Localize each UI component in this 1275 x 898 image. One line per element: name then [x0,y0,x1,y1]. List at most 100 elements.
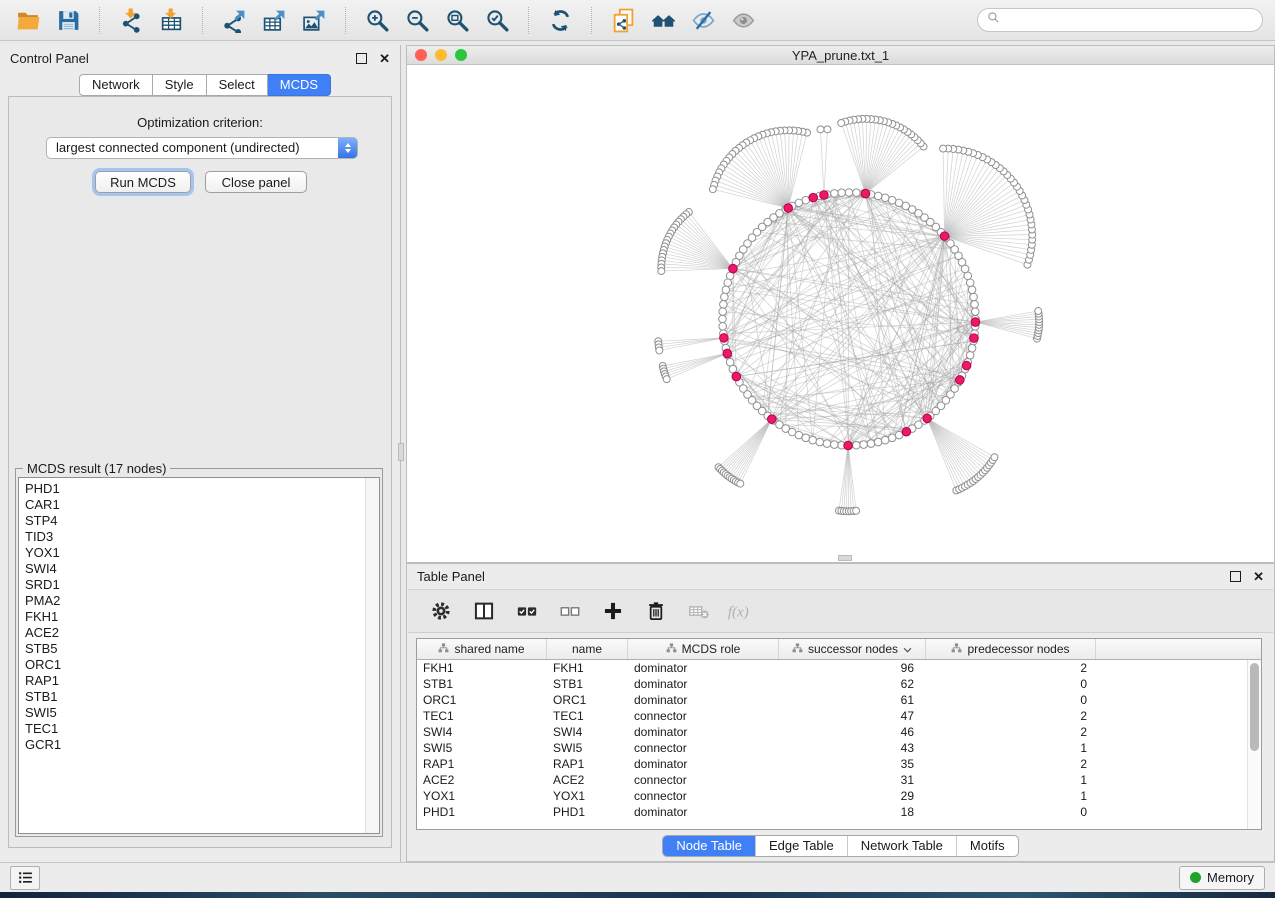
table-cell: connector [628,740,779,756]
mcds-result-item[interactable]: STP4 [19,513,379,529]
column-header-label: shared name [454,642,524,656]
network-canvas[interactable] [407,65,1274,562]
delete-column-icon[interactable] [641,597,671,625]
table-scrollbar[interactable] [1247,660,1261,829]
window-minimize-icon[interactable] [435,49,447,61]
mcds-result-item[interactable]: YOX1 [19,545,379,561]
mcds-result-item[interactable]: PHD1 [19,481,379,497]
hide-selected-icon[interactable] [687,5,720,35]
search-input[interactable] [1006,12,1253,29]
select-all-icon[interactable] [512,597,542,625]
refresh-icon[interactable] [544,5,577,35]
table-cell: dominator [628,676,779,692]
tab-style[interactable]: Style [153,74,207,96]
column-header-name[interactable]: name [547,639,628,659]
task-history-button[interactable] [10,866,40,890]
optimization-criterion-select[interactable]: largest connected component (undirected) [46,137,358,159]
graph-ring-node [719,323,727,331]
mcds-result-item[interactable]: RAP1 [19,673,379,689]
result-list-scrollbar[interactable] [365,478,379,833]
table-row[interactable]: PHD1PHD1dominator180 [417,804,1261,820]
graph-leaf-node [824,126,831,133]
export-table-icon[interactable] [258,5,291,35]
mcds-result-item[interactable]: SWI4 [19,561,379,577]
import-table-icon[interactable] [155,5,188,35]
create-column-icon[interactable] [598,597,628,625]
column-header-shared-name[interactable]: shared name [417,639,547,659]
table-row[interactable]: YOX1YOX1connector291 [417,788,1261,804]
mcds-result-item[interactable]: ORC1 [19,657,379,673]
column-header-mcds-role[interactable]: MCDS role [628,639,779,659]
table-settings-icon[interactable] [426,597,456,625]
mcds-result-item[interactable]: GCR1 [19,737,379,753]
sort-descending-icon [903,642,912,656]
mcds-result-item[interactable]: CAR1 [19,497,379,513]
mcds-result-item[interactable]: TID3 [19,529,379,545]
show-columns-icon[interactable] [469,597,499,625]
import-network-icon[interactable] [115,5,148,35]
zoom-in-icon[interactable] [361,5,394,35]
table-row[interactable]: SWI4SWI4dominator462 [417,724,1261,740]
tab-network[interactable]: Network [79,74,153,96]
show-all-icon[interactable] [727,5,760,35]
export-image-icon[interactable] [298,5,331,35]
first-neighbors-icon[interactable] [647,5,680,35]
window-close-icon[interactable] [415,49,427,61]
horizontal-splitter-handle[interactable] [838,555,852,561]
mcds-result-item[interactable]: TEC1 [19,721,379,737]
deselect-all-icon[interactable] [555,597,585,625]
table-row[interactable]: ORC1ORC1dominator610 [417,692,1261,708]
search-box[interactable] [977,8,1263,32]
graph-ring-node [809,436,817,444]
vertical-splitter-handle[interactable] [398,443,404,461]
table-row[interactable]: RAP1RAP1dominator352 [417,756,1261,772]
table-scrollbar-thumb[interactable] [1250,663,1259,751]
zoom-fit-icon[interactable] [441,5,474,35]
table-row[interactable]: TEC1TEC1connector472 [417,708,1261,724]
bottom-tab-node-table[interactable]: Node Table [663,836,755,856]
export-network-icon[interactable] [218,5,251,35]
mcds-result-item[interactable]: SWI5 [19,705,379,721]
tab-select[interactable]: Select [207,74,268,96]
table-cell: SWI5 [417,740,547,756]
close-panel-icon[interactable]: ✕ [379,52,390,65]
status-bar: Memory [0,862,1275,892]
float-table-panel-icon[interactable] [1230,571,1241,582]
graph-leaf-node [663,376,670,383]
bottom-tab-motifs[interactable]: Motifs [956,836,1018,856]
window-zoom-icon[interactable] [455,49,467,61]
column-header-successor-nodes[interactable]: successor nodes [779,639,926,659]
column-header-predecessor-nodes[interactable]: predecessor nodes [926,639,1096,659]
graph-ring-node [823,440,831,448]
mcds-result-item[interactable]: FKH1 [19,609,379,625]
bottom-tab-network-table[interactable]: Network Table [847,836,956,856]
graph-hub-node [732,372,741,381]
network-graph[interactable] [407,65,1274,562]
mcds-result-item[interactable]: ACE2 [19,625,379,641]
tab-mcds[interactable]: MCDS [268,74,331,96]
graph-ring-node [831,190,839,198]
application-window: Control Panel ✕ NetworkStyleSelectMCDS O… [0,0,1275,898]
run-mcds-button[interactable]: Run MCDS [95,171,191,193]
table-cell: RAP1 [547,756,628,772]
close-panel-button[interactable]: Close panel [205,171,307,193]
graph-ring-node [722,286,730,294]
float-panel-icon[interactable] [356,53,367,64]
bottom-tab-edge-table[interactable]: Edge Table [755,836,847,856]
mcds-result-item[interactable]: SRD1 [19,577,379,593]
zoom-selected-icon[interactable] [481,5,514,35]
table-row[interactable]: STB1STB1dominator620 [417,676,1261,692]
zoom-out-icon[interactable] [401,5,434,35]
table-row[interactable]: SWI5SWI5connector431 [417,740,1261,756]
new-network-from-selection-icon[interactable] [607,5,640,35]
table-row[interactable]: FKH1FKH1dominator962 [417,660,1261,676]
mcds-result-item[interactable]: STB1 [19,689,379,705]
memory-button[interactable]: Memory [1179,866,1265,890]
close-table-panel-icon[interactable]: ✕ [1253,570,1264,583]
table-row[interactable]: ACE2ACE2connector311 [417,772,1261,788]
mcds-result-item[interactable]: STB5 [19,641,379,657]
save-session-icon[interactable] [52,5,85,35]
open-file-icon[interactable] [12,5,45,35]
network-window-titlebar[interactable]: YPA_prune.txt_1 [407,46,1274,65]
mcds-result-item[interactable]: PMA2 [19,593,379,609]
